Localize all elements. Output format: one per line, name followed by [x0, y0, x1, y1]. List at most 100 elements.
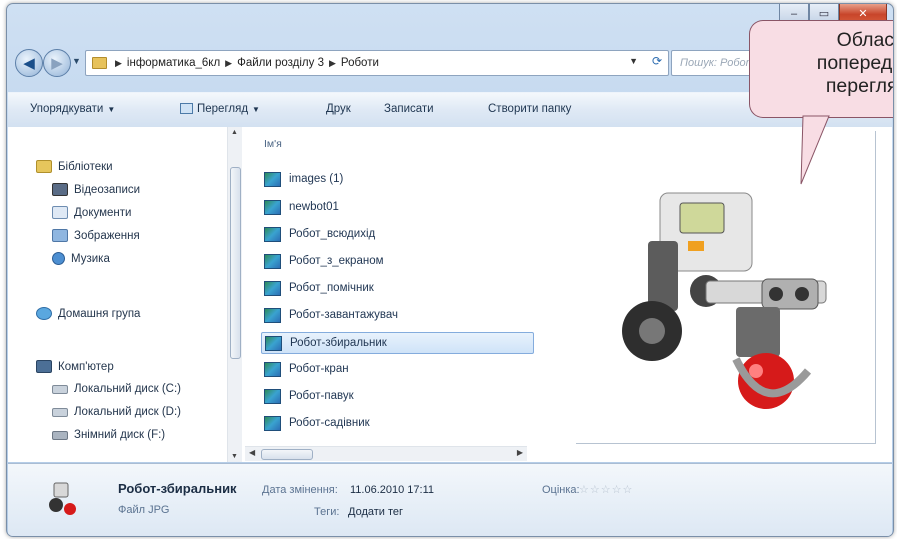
file-list-item[interactable]: images (1) [264, 169, 343, 189]
file-name-label: newbot01 [289, 201, 339, 213]
callout-pointer [800, 114, 830, 185]
nav-item-disk-d[interactable]: Локальний диск (D:) [52, 406, 181, 418]
file-name-label: images (1) [289, 173, 344, 185]
scroll-right-icon[interactable]: ▶ [517, 448, 523, 457]
forward-arrow-icon: ▶ [51, 55, 63, 72]
chevron-down-icon: ▼ [107, 105, 116, 114]
nav-label: Локальний диск (D:) [74, 406, 181, 418]
address-bar[interactable]: ▶ інформатика_6кл ▶ Файли розділу 3 ▶ Ро… [85, 50, 669, 76]
file-list-item[interactable]: Робот-кран [264, 359, 349, 379]
column-header-name[interactable]: Ім'я [264, 138, 282, 150]
refresh-icon[interactable]: ⟳ [652, 54, 662, 68]
file-list-item[interactable]: newbot01 [264, 197, 339, 217]
breadcrumb-item[interactable]: Файли розділу 3 [237, 57, 324, 69]
details-rating-label: Оцінка: [542, 484, 580, 496]
breadcrumb-item[interactable]: інформатика_6кл [127, 57, 220, 69]
image-file-icon [264, 171, 281, 187]
file-list-hscrollbar[interactable]: ◀ ▶ [245, 446, 527, 461]
new-folder-button[interactable]: Створити папку [488, 103, 571, 115]
file-list-item[interactable]: Робот-збиральник [261, 332, 534, 354]
file-name-label: Робот_всюдихід [289, 228, 376, 240]
image-file-icon [264, 415, 281, 431]
nav-item-videos[interactable]: Відеозаписи [52, 183, 140, 196]
file-name-label: Робот_з_екраном [289, 255, 384, 267]
callout-line: Област [836, 29, 894, 51]
image-file-icon [265, 335, 282, 351]
image-file-icon [264, 280, 281, 296]
breadcrumb-chevron-icon[interactable]: ▶ [115, 58, 122, 69]
details-tags-value[interactable]: Додати тег [348, 506, 403, 518]
nav-item-homegroup[interactable]: Домашня група [36, 307, 140, 320]
file-list-item[interactable]: Робот_всюдихід [264, 224, 375, 244]
removable-disk-icon [52, 430, 68, 440]
file-name-label: Робот-садівник [289, 417, 370, 429]
homegroup-icon [36, 307, 52, 320]
nav-item-computer[interactable]: Комп'ютер [36, 360, 114, 373]
nav-label: Домашня група [58, 307, 141, 320]
callout-line: перегля, [825, 75, 893, 97]
nav-item-disk-c[interactable]: Локальний диск (C:) [52, 383, 181, 395]
file-name-label: Робот-кран [289, 363, 349, 375]
scroll-left-icon[interactable]: ◀ [249, 448, 255, 457]
file-list-item[interactable]: Робот-завантажувач [264, 305, 398, 325]
callout-line: попередн [816, 52, 893, 74]
image-file-icon [264, 307, 281, 323]
navigation-pane: Бібліотеки Відеозаписи Документи Зображе… [8, 127, 242, 462]
nav-label: Комп'ютер [58, 360, 114, 373]
nav-item-disk-f[interactable]: Знімний диск (F:) [52, 429, 165, 441]
breadcrumb-chevron-icon[interactable]: ▶ [329, 58, 336, 69]
nav-item-documents[interactable]: Документи [52, 206, 131, 219]
file-list-item[interactable]: Робот-павук [264, 386, 354, 406]
scroll-thumb[interactable] [230, 167, 241, 359]
image-file-icon [264, 199, 281, 215]
details-pane: Робот-збиральник Файл JPG Дата змінення:… [8, 463, 892, 536]
content-area: Бібліотеки Відеозаписи Документи Зображе… [8, 127, 892, 462]
scroll-up-icon[interactable]: ▲ [231, 129, 238, 136]
video-icon [52, 183, 68, 196]
back-button[interactable]: ◀ [15, 49, 43, 77]
file-list-item[interactable]: Робот_з_екраном [264, 251, 384, 271]
file-name-label: Робот-павук [289, 390, 354, 402]
back-arrow-icon: ◀ [23, 55, 35, 72]
nav-scrollbar[interactable]: ▲ ▼ [227, 127, 242, 462]
recent-pages-dropdown[interactable]: ▼ [72, 56, 81, 66]
file-list-item[interactable]: Робот_помічник [264, 278, 374, 298]
organize-button[interactable]: Упорядкувати ▼ [30, 103, 115, 115]
image-file-icon [264, 226, 281, 242]
documents-icon [52, 206, 68, 219]
scroll-down-icon[interactable]: ▼ [231, 453, 238, 460]
address-dropdown-icon[interactable]: ▼ [629, 56, 638, 66]
scroll-thumb[interactable] [261, 449, 313, 460]
preview-callout: Област попередн перегля, [749, 20, 894, 118]
folder-icon [92, 57, 107, 69]
details-file-name: Робот-збиральник [118, 481, 237, 496]
image-file-icon [264, 253, 281, 269]
pictures-icon [52, 229, 68, 242]
view-button[interactable]: Перегляд ▼ [180, 103, 260, 115]
details-file-type: Файл JPG [118, 504, 170, 516]
nav-label: Музика [71, 252, 110, 265]
hard-drive-icon [52, 384, 68, 394]
file-name-label: Робот_помічник [289, 282, 374, 294]
print-button[interactable]: Друк [326, 103, 351, 115]
file-list: Ім'я images (1) newbot01 Робот_всюдихід Роб… [243, 127, 543, 462]
nav-item-pictures[interactable]: Зображення [52, 229, 140, 242]
file-name-label: Робот-завантажувач [289, 309, 399, 321]
nav-label: Відеозаписи [74, 183, 141, 196]
image-icon [180, 103, 193, 115]
nav-item-music[interactable]: Музика [52, 252, 110, 265]
hard-drive-icon [52, 407, 68, 417]
nav-label: Знімний диск (F:) [74, 429, 166, 441]
breadcrumb-chevron-icon[interactable]: ▶ [225, 58, 232, 69]
nav-label: Бібліотеки [58, 160, 113, 173]
forward-button[interactable]: ▶ [43, 49, 71, 77]
nav-label: Локальний диск (C:) [74, 383, 181, 395]
nav-item-libraries[interactable]: Бібліотеки [36, 160, 113, 173]
file-list-item[interactable]: Робот-садівник [264, 413, 370, 433]
breadcrumb-item[interactable]: Роботи [341, 57, 379, 69]
view-label: Перегляд [197, 103, 249, 115]
image-file-icon [264, 388, 281, 404]
file-thumbnail-icon [49, 482, 76, 515]
burn-button[interactable]: Записати [384, 103, 434, 115]
rating-stars[interactable]: ☆☆☆☆☆ [579, 483, 633, 496]
